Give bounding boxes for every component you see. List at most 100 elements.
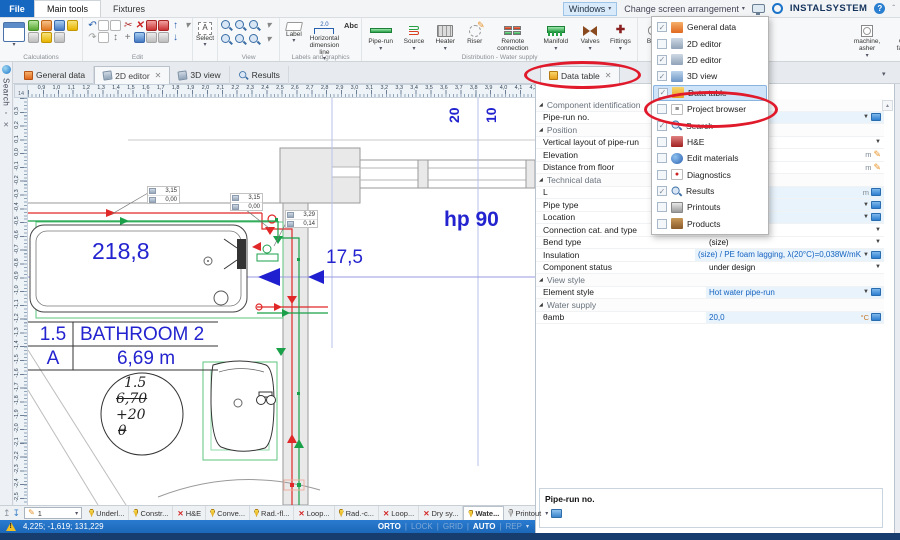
zoom-out-icon[interactable] (235, 20, 246, 31)
property-row-insulation[interactable]: Insulation (size) / PE foam lagging, λ(2… (536, 249, 884, 262)
label-tool-button[interactable]: Label ▾ (283, 20, 305, 44)
search-side-strip[interactable]: Search ▫ ✕ (0, 62, 13, 505)
manifold-button[interactable]: Manifold▾ (538, 20, 573, 52)
pan-options-icon[interactable]: ▾ (263, 34, 274, 45)
combo-arrow-icon[interactable]: ▼ (863, 252, 869, 258)
redo-icon[interactable]: ↷ (86, 32, 97, 43)
pipe-run-button[interactable]: Pipe-run▾ (365, 20, 396, 52)
view-options-icon[interactable]: ▾ (263, 20, 274, 31)
measure-icon[interactable] (158, 32, 169, 43)
drawing-canvas[interactable]: 218,8 17,5 hp 90 1.5 BATHROOM 2 A 6,69 m… (28, 98, 535, 505)
tab-general-data[interactable]: General data (16, 66, 94, 84)
elevation-tag[interactable]: 3,15 0,00 (230, 193, 263, 211)
grid-blue-icon[interactable] (134, 32, 145, 43)
sheet-tab-construction[interactable]: Constr... (129, 506, 173, 520)
menu-item-printouts[interactable]: Printouts (653, 199, 767, 215)
detail-window-icon[interactable] (871, 288, 881, 296)
zoom-selected-icon[interactable] (249, 34, 260, 45)
detail-window-icon[interactable] (871, 113, 881, 121)
mode-lock[interactable]: LOCK (411, 522, 433, 531)
edit-pencil-icon[interactable]: ✎ (873, 150, 881, 159)
scroll-up-icon[interactable]: ▲ (882, 100, 893, 111)
tab-fixtures[interactable]: Fixtures (101, 0, 157, 17)
other-faucets-button[interactable]: Other faucets▾ (889, 20, 900, 59)
pipe-tee-icon[interactable] (146, 20, 157, 31)
combo-arrow-icon[interactable]: ▼ (863, 214, 869, 220)
valves-button[interactable]: Valves▾ (576, 20, 603, 52)
sheet-tab-loops-1[interactable]: ✕Loop... (294, 506, 334, 520)
menu-item-products[interactable]: Products (653, 216, 767, 232)
pin-icon[interactable]: ▫ (5, 110, 7, 117)
lower-icon[interactable]: ↓ (170, 32, 181, 43)
move-element-icon[interactable] (158, 20, 169, 31)
property-row-theta-amb[interactable]: θamb 20,0°C (536, 312, 884, 325)
combo-arrow-icon[interactable]: ▼ (863, 202, 869, 208)
tab-data-table[interactable]: Data table ✕ (540, 66, 620, 84)
fittings-button[interactable]: ✚Fittings▾ (607, 20, 634, 52)
windows-menu-button[interactable]: Windows ▾ (563, 2, 618, 16)
tab-3d-view[interactable]: 3D view (170, 66, 229, 84)
collapse-ribbon-icon[interactable]: ˆ (892, 4, 895, 13)
detail-window-icon[interactable] (871, 201, 881, 209)
combo-arrow-icon[interactable]: ▼ (863, 289, 869, 295)
refresh-calc-icon[interactable] (54, 20, 65, 31)
property-row-element-style[interactable]: Element style Hot water pipe-run▼ (536, 287, 884, 300)
undo-icon[interactable]: ↶ (86, 20, 97, 31)
sheet-list-dropdown-icon[interactable]: ▾ (545, 510, 548, 517)
combo-arrow-icon[interactable]: ▼ (875, 264, 881, 270)
align-vertical-icon[interactable]: ↕ (110, 32, 121, 43)
menu-item-data-table[interactable]: Data table (653, 85, 767, 101)
calculate-button[interactable]: ▾ (3, 20, 25, 48)
tab-results[interactable]: Results (230, 66, 289, 84)
zoom-extents-icon[interactable] (221, 34, 232, 45)
washing-machine-button[interactable]: machine, asher▾ (848, 20, 886, 59)
menu-item-2d-editor-2[interactable]: 2D editor (653, 52, 767, 68)
close-icon[interactable]: ✕ (605, 71, 612, 80)
menu-item-edit-materials[interactable]: Edit materials (653, 150, 767, 166)
mode-grid[interactable]: GRID (443, 522, 463, 531)
copy-icon[interactable] (98, 20, 109, 31)
grid-gray-icon[interactable] (146, 32, 157, 43)
diagnostics-run-icon[interactable] (41, 20, 52, 31)
mode-orto[interactable]: ORTO (378, 522, 401, 531)
zoom-previous-icon[interactable] (235, 34, 246, 45)
text-abc-button[interactable]: Abc (344, 20, 358, 30)
sheet-view-icon[interactable] (551, 509, 562, 518)
property-row-component-status[interactable]: Component status under design▼ (536, 262, 884, 275)
menu-item-2d-editor-1[interactable]: 2D editor (653, 35, 767, 51)
menu-item-project-browser[interactable]: ≡Project browser (653, 101, 767, 117)
chevron-down-icon[interactable]: ▾ (526, 523, 529, 530)
edit-pencil-icon[interactable]: ✎ (873, 163, 881, 172)
close-icon[interactable]: ✕ (155, 71, 162, 80)
detail-window-icon[interactable] (871, 313, 881, 321)
change-screen-arrangement-button[interactable]: Change screen arrangement ▾ (624, 4, 745, 14)
elevation-tag[interactable]: 3,15 0,00 (147, 186, 180, 204)
raise-icon[interactable]: ↑ (170, 20, 181, 31)
menu-item-results[interactable]: Results (653, 183, 767, 199)
delete-icon[interactable]: ✕ (134, 20, 145, 31)
sheet-tab-loops-2[interactable]: ✕Loop... (379, 506, 419, 520)
pin-down-icon[interactable]: ↧ (13, 508, 21, 519)
elevation-tag[interactable]: 3,29 0,14 (285, 210, 318, 228)
detail-window-icon[interactable] (871, 188, 881, 196)
results-table-icon[interactable] (28, 20, 39, 31)
section-view-style[interactable]: ◢View style (536, 274, 884, 287)
help-icon[interactable]: ? (874, 3, 885, 14)
property-row-bend-type[interactable]: Bend type (size)▼ (536, 237, 884, 250)
heater-button[interactable]: Heater▾ (432, 20, 459, 52)
sheet-tab-printout[interactable]: Printout (504, 506, 545, 520)
options-gear-icon[interactable] (28, 32, 39, 43)
sheet-tab-dry-system[interactable]: ✕Dry sy... (419, 506, 463, 520)
layer-selector[interactable]: ✎ 1 ▾ (24, 507, 82, 519)
menu-item-general-data[interactable]: General data (653, 19, 767, 35)
file-menu-button[interactable]: File (0, 0, 34, 17)
pin-up-icon[interactable]: ↥ (3, 508, 11, 519)
zoom-window-icon[interactable] (249, 20, 260, 31)
detail-window-icon[interactable] (871, 251, 881, 259)
remote-connection-button[interactable]: Remote connection (490, 20, 535, 53)
sheet-tab-h-and-e[interactable]: ✕H&E (173, 506, 206, 520)
close-icon[interactable]: ✕ (3, 121, 9, 129)
detail-window-icon[interactable] (871, 213, 881, 221)
copy-results-icon[interactable] (54, 32, 65, 43)
section-water-supply[interactable]: ◢Water supply (536, 299, 884, 312)
